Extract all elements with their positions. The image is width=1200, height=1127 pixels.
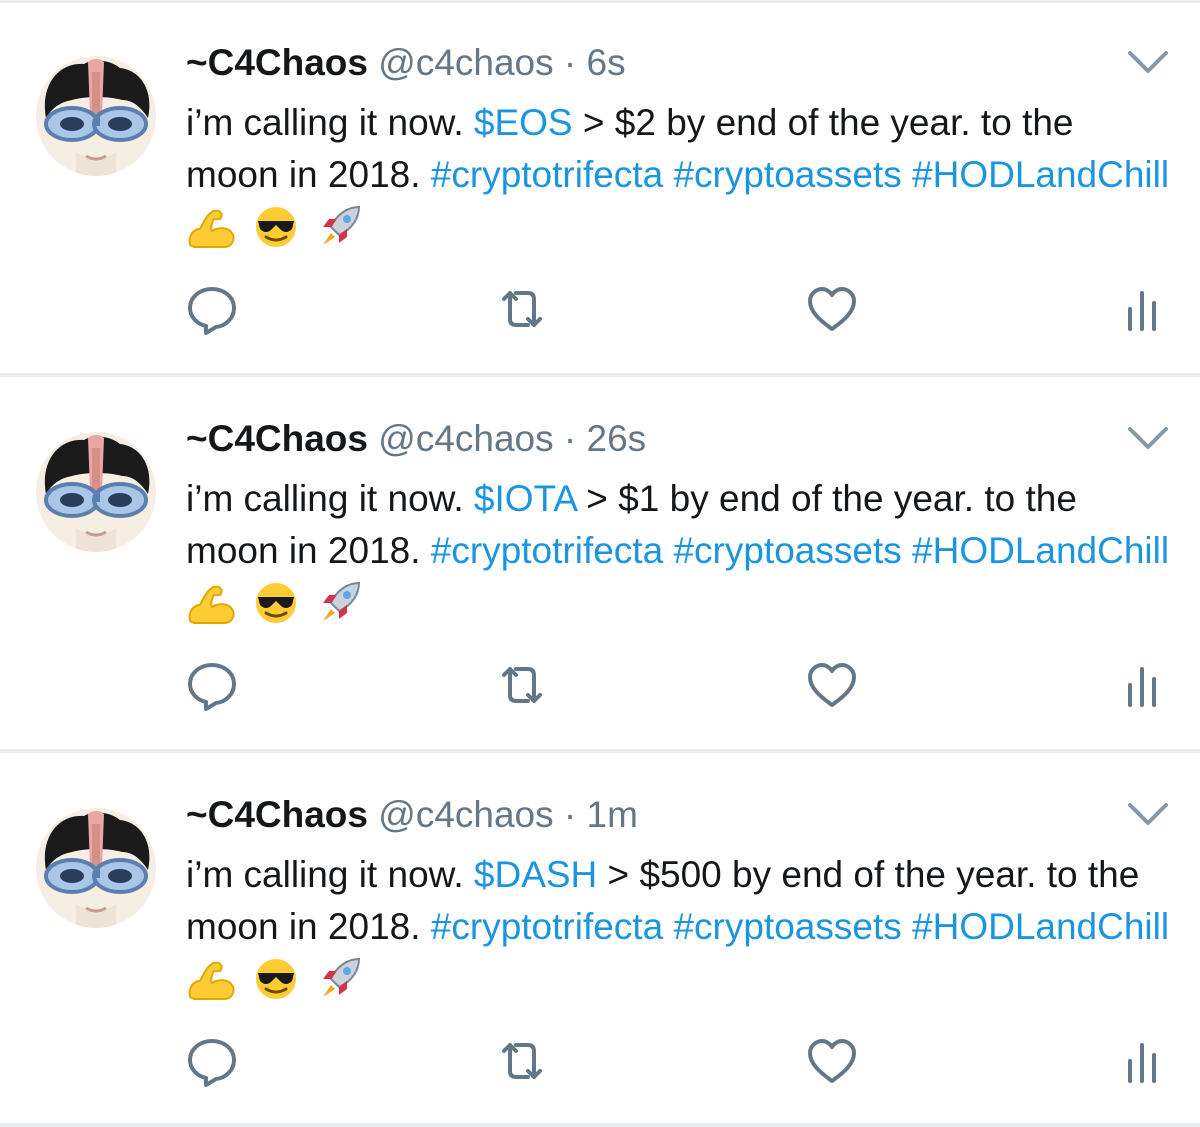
tweet-header: ~C4Chaos @c4chaos · 6s: [186, 39, 626, 87]
meta-separator: ·: [563, 42, 577, 83]
chevron-down-icon[interactable]: [1126, 797, 1170, 833]
sunglasses-face-emoji: [256, 959, 297, 999]
user-handle[interactable]: @c4chaos: [378, 42, 553, 83]
reply-icon[interactable]: [184, 1033, 240, 1089]
flexed-biceps-emoji: [188, 209, 235, 248]
tweet-text-lead: i’m calling it now.: [186, 478, 474, 519]
hashtag-link[interactable]: #cryptotrifecta: [431, 530, 663, 571]
flexed-biceps-emoji: [188, 585, 235, 624]
tweet-text: i’m calling it now. $DASH > $500 by end …: [186, 849, 1176, 1005]
meta-separator: ·: [563, 794, 577, 835]
tweet-text: i’m calling it now. $IOTA > $1 by end of…: [186, 473, 1176, 629]
like-icon[interactable]: [804, 1033, 860, 1089]
retweet-icon[interactable]: [494, 1033, 550, 1089]
meta-separator: ·: [563, 418, 577, 459]
analytics-icon[interactable]: [1114, 657, 1170, 713]
hashtag-link[interactable]: #cryptotrifecta: [431, 906, 663, 947]
retweet-icon[interactable]: [494, 281, 550, 337]
avatar[interactable]: [36, 432, 156, 552]
tweet-divider: [0, 749, 1200, 753]
tweet-header: ~C4Chaos @c4chaos · 26s: [186, 415, 646, 463]
hashtag-link[interactable]: #cryptoassets: [673, 154, 901, 195]
hashtag-link[interactable]: #cryptoassets: [673, 906, 901, 947]
rocket-emoji: [322, 205, 360, 245]
reply-icon[interactable]: [184, 657, 240, 713]
tweet-divider: [0, 1123, 1200, 1127]
chevron-down-icon[interactable]: [1126, 421, 1170, 457]
reply-icon[interactable]: [184, 281, 240, 337]
display-name[interactable]: ~C4Chaos: [186, 418, 368, 459]
avatar[interactable]: [36, 808, 156, 928]
cashtag-link[interactable]: $EOS: [474, 102, 573, 143]
hashtag-link[interactable]: #HODLandChill: [912, 154, 1169, 195]
display-name[interactable]: ~C4Chaos: [186, 42, 368, 83]
rocket-emoji: [322, 957, 360, 997]
chevron-down-icon[interactable]: [1126, 45, 1170, 81]
timestamp[interactable]: 6s: [587, 42, 626, 83]
tweet[interactable]: ~C4Chaos @c4chaos · 6s i’m calling it no…: [0, 3, 1200, 375]
rocket-emoji: [322, 581, 360, 621]
tweet-header: ~C4Chaos @c4chaos · 1m: [186, 791, 638, 839]
tweet-divider: [0, 373, 1200, 377]
display-name[interactable]: ~C4Chaos: [186, 794, 368, 835]
analytics-icon[interactable]: [1114, 281, 1170, 337]
tweet[interactable]: ~C4Chaos @c4chaos · 26s i’m calling it n…: [0, 379, 1200, 751]
tweet[interactable]: ~C4Chaos @c4chaos · 1m i’m calling it no…: [0, 755, 1200, 1127]
tweet-text: i’m calling it now. $EOS > $2 by end of …: [186, 97, 1176, 253]
user-handle[interactable]: @c4chaos: [378, 418, 553, 459]
like-icon[interactable]: [804, 657, 860, 713]
timestamp[interactable]: 1m: [587, 794, 638, 835]
tweet-text-lead: i’m calling it now.: [186, 854, 474, 895]
user-handle[interactable]: @c4chaos: [378, 794, 553, 835]
tweet-text-lead: i’m calling it now.: [186, 102, 474, 143]
retweet-icon[interactable]: [494, 657, 550, 713]
avatar[interactable]: [36, 56, 156, 176]
cashtag-link[interactable]: $DASH: [474, 854, 597, 895]
cashtag-link[interactable]: $IOTA: [474, 478, 576, 519]
sunglasses-face-emoji: [256, 583, 297, 623]
hashtag-link[interactable]: #HODLandChill: [912, 906, 1169, 947]
like-icon[interactable]: [804, 281, 860, 337]
hashtag-link[interactable]: #HODLandChill: [912, 530, 1169, 571]
flexed-biceps-emoji: [188, 961, 235, 1000]
analytics-icon[interactable]: [1114, 1033, 1170, 1089]
timestamp[interactable]: 26s: [587, 418, 647, 459]
hashtag-link[interactable]: #cryptotrifecta: [431, 154, 663, 195]
sunglasses-face-emoji: [256, 207, 297, 247]
hashtag-link[interactable]: #cryptoassets: [673, 530, 901, 571]
